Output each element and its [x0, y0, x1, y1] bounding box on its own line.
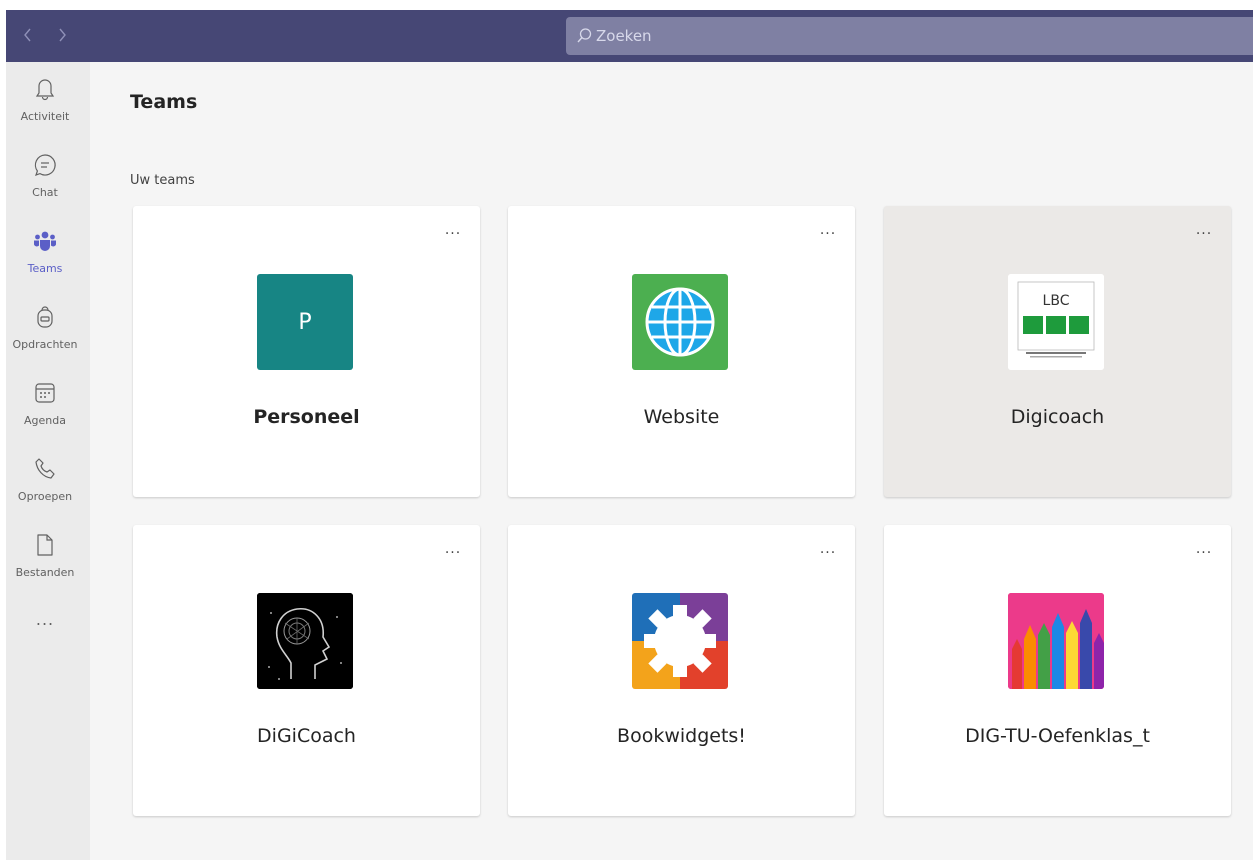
team-name: DIG-TU-Oefenklas_t — [965, 725, 1150, 747]
teams-icon — [34, 231, 56, 251]
chevron-right-icon — [59, 28, 66, 42]
more-options-button[interactable]: ... — [1189, 541, 1219, 561]
team-name: Bookwidgets! — [617, 725, 746, 747]
team-logo — [632, 274, 728, 370]
team-logo — [257, 593, 353, 689]
team-logo: P — [257, 274, 353, 370]
globe-icon — [645, 287, 715, 357]
rail-label: Oproepen — [17, 490, 73, 503]
more-apps-button[interactable]: ... — [6, 610, 84, 629]
rail-label: Bestanden — [15, 566, 75, 579]
team-logo-letter: P — [298, 309, 312, 335]
more-options-button[interactable]: ... — [813, 222, 843, 242]
team-logo — [1008, 593, 1104, 689]
chevron-left-icon — [24, 28, 31, 42]
team-name: DiGiCoach — [257, 725, 356, 747]
chat-icon — [34, 154, 56, 176]
team-card-personeel[interactable]: ... P Personeel — [133, 206, 480, 497]
search-placeholder: Zoeken — [596, 27, 652, 45]
back-button[interactable] — [16, 20, 40, 50]
rail-label: Teams — [27, 262, 63, 275]
section-label: Uw teams — [130, 173, 195, 188]
search-icon — [577, 28, 592, 43]
rail-label: Chat — [32, 186, 58, 199]
team-name: Personeel — [253, 406, 360, 428]
more-options-button[interactable]: ... — [813, 541, 843, 561]
team-name: Digicoach — [1010, 406, 1105, 428]
team-logo: LBC — [1008, 274, 1104, 370]
lbc-logo-icon: LBC — [1008, 274, 1104, 370]
page-title: Teams — [130, 91, 198, 113]
lbc-logo-text: LBC — [1043, 293, 1070, 309]
rail-item-bestanden[interactable]: Bestanden — [6, 526, 90, 594]
calendar-icon — [35, 383, 55, 403]
forward-button[interactable] — [50, 20, 74, 50]
backpack-icon — [37, 306, 53, 328]
rail-item-chat[interactable]: Chat — [6, 146, 90, 214]
rail-item-oproepen[interactable]: Oproepen — [6, 450, 90, 518]
team-card-digicoach-ai[interactable]: ... DiGiCoach — [133, 525, 480, 816]
more-options-button[interactable]: ... — [1189, 222, 1219, 242]
team-logo — [632, 593, 728, 689]
teams-main: Teams Uw teams ... P Personeel ... Websi… — [90, 62, 1253, 860]
app-bar: Activiteit Chat Teams Opdrachten Agenda … — [6, 62, 90, 860]
rail-label: Agenda — [24, 414, 66, 427]
team-card-bookwidgets[interactable]: ... Bookwidgets! — [508, 525, 855, 816]
team-name: Website — [643, 406, 720, 428]
bookwidgets-icon — [632, 593, 728, 689]
team-card-website[interactable]: ... Website — [508, 206, 855, 497]
teams-window: Zoeken Activiteit Chat Teams Opdrachten … — [6, 10, 1253, 860]
rail-item-opdrachten[interactable]: Opdrachten — [6, 298, 90, 366]
rail-label: Activiteit — [20, 110, 70, 123]
rail-item-activiteit[interactable]: Activiteit — [6, 70, 90, 138]
team-card-dig-tu-oefenklas[interactable]: ... DIG-TU-Oefenklas_t — [884, 525, 1231, 816]
more-options-button[interactable]: ... — [438, 541, 468, 561]
title-bar: Zoeken — [6, 10, 1253, 62]
file-icon — [37, 534, 53, 556]
search-input[interactable]: Zoeken — [566, 17, 1253, 55]
bell-icon — [35, 79, 55, 101]
more-options-button[interactable]: ... — [438, 222, 468, 242]
rail-label: Opdrachten — [12, 338, 78, 351]
team-card-digicoach[interactable]: ... LBC Digicoach — [884, 206, 1231, 497]
rail-item-teams[interactable]: Teams — [6, 222, 90, 290]
rail-item-agenda[interactable]: Agenda — [6, 374, 90, 442]
ai-head-icon — [257, 593, 353, 689]
phone-icon — [35, 458, 55, 479]
pencils-icon — [1008, 593, 1104, 689]
